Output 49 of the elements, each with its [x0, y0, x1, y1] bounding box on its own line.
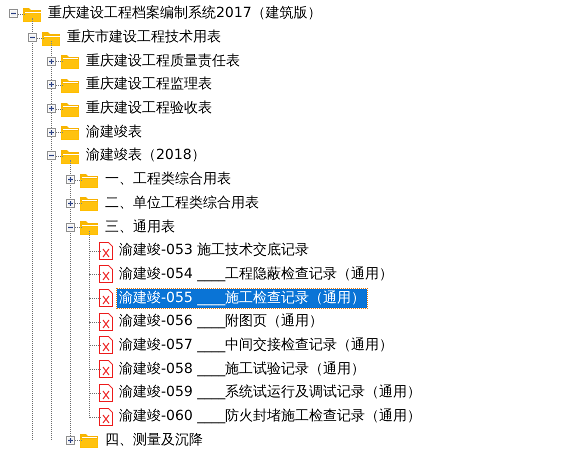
expand-icon[interactable]: [47, 128, 56, 137]
tree-item[interactable]: 渝建竣-059 ____系统试运行及调试记录（通用）: [117, 383, 424, 402]
tree-item[interactable]: 三、通用表: [103, 218, 177, 237]
expand-icon[interactable]: [66, 175, 75, 184]
document-icon: [99, 360, 113, 378]
collapse-icon[interactable]: [47, 151, 56, 160]
expand-icon[interactable]: [66, 436, 75, 445]
folder-icon: [61, 148, 80, 164]
expand-icon[interactable]: [47, 80, 56, 90]
folder-icon: [61, 76, 80, 93]
tree-item[interactable]: 重庆建设工程监理表: [84, 75, 214, 94]
document-icon: [99, 384, 113, 402]
document-icon: [99, 312, 113, 331]
tree-item[interactable]: 重庆市建设工程技术用表: [65, 28, 223, 48]
tree-item[interactable]: 渝建竣表（2018）: [84, 146, 208, 166]
tree-item[interactable]: 重庆建设工程验收表: [84, 99, 214, 118]
expand-icon[interactable]: [47, 56, 56, 66]
folder-icon: [80, 219, 99, 236]
tree-item[interactable]: 重庆建设工程档案编制系统2017（建筑版）: [46, 4, 324, 24]
folder-icon: [80, 432, 99, 448]
tree-item[interactable]: 渝建竣-057 ____中间交接检查记录（通用）: [117, 336, 396, 355]
tree-item[interactable]: 一、工程类综合用表: [103, 170, 233, 190]
expand-icon[interactable]: [47, 104, 56, 114]
folder-icon: [61, 53, 80, 70]
tree-item[interactable]: 渝建竣-060 ____防火封堵施工检查记录（通用）: [117, 407, 424, 426]
document-icon: [99, 408, 113, 426]
document-icon: [99, 265, 113, 284]
document-icon: [99, 242, 113, 260]
tree-item[interactable]: 渝建竣-058 ____施工试验记录（通用）: [117, 360, 368, 379]
tree-item[interactable]: 二、单位工程类综合用表: [103, 194, 261, 213]
collapse-icon[interactable]: [9, 9, 18, 18]
folder-icon: [61, 100, 80, 117]
document-icon: [99, 336, 113, 354]
folder-icon: [61, 124, 80, 140]
document-icon: [99, 289, 113, 308]
tree-item[interactable]: 四、测量及沉降: [103, 430, 205, 450]
tree-item[interactable]: 渝建竣表: [84, 122, 144, 142]
collapse-icon[interactable]: [66, 222, 75, 232]
collapse-icon[interactable]: [28, 33, 37, 42]
folder-icon: [80, 172, 99, 188]
tree-item[interactable]: 渝建竣-055 ____施工检查记录（通用）: [117, 288, 368, 308]
tree-item[interactable]: 重庆建设工程质量责任表: [84, 52, 242, 71]
folder-icon: [80, 195, 99, 212]
tree-item[interactable]: 渝建竣-056 ____附图页（通用）: [117, 312, 326, 332]
folder-icon: [42, 30, 61, 46]
folder-icon: [23, 6, 42, 22]
tree-item[interactable]: 渝建竣-054 ____工程隐蔽检查记录（通用）: [117, 264, 396, 284]
tree-item[interactable]: 渝建竣-053 施工技术交底记录: [117, 241, 312, 260]
expand-icon[interactable]: [66, 198, 75, 208]
